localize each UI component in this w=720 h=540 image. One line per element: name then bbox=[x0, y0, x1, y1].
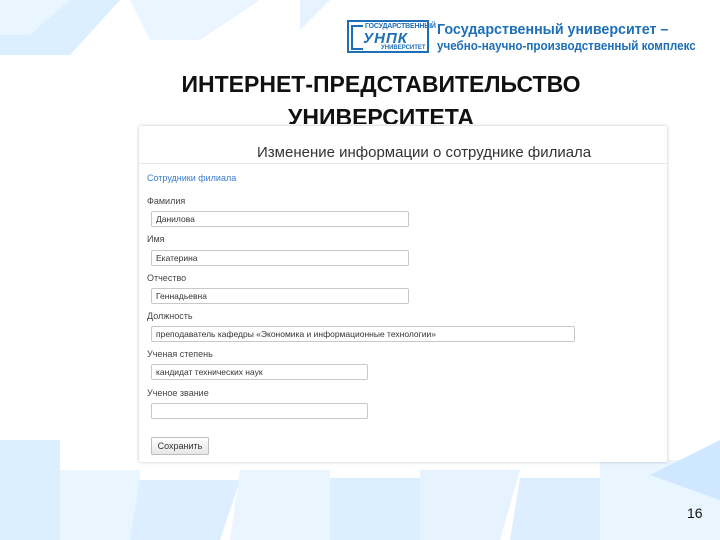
save-button[interactable]: Сохранить bbox=[151, 437, 209, 455]
label-name: Имя bbox=[147, 234, 165, 244]
patronymic-input[interactable]: Геннадьевна bbox=[151, 288, 409, 304]
form-header: Изменение информации о сотруднике филиал… bbox=[257, 144, 592, 161]
label-surname: Фамилия bbox=[147, 196, 186, 206]
logo-frame-icon bbox=[351, 25, 363, 50]
slide-title-line-1: ИНТЕРНЕТ-ПРЕДСТАВИТЕЛЬСТВО bbox=[181, 71, 581, 97]
slide-title: ИНТЕРНЕТ-ПРЕДСТАВИТЕЛЬСТВО УНИВЕРСИТЕТА bbox=[0, 68, 720, 124]
surname-input[interactable]: Данилова bbox=[151, 211, 409, 227]
name-input[interactable]: Екатерина bbox=[151, 250, 409, 266]
university-logo: ГОСУДАРСТВЕННЫЙ УНПК УНИВЕРСИТЕТ bbox=[347, 20, 436, 53]
university-title: Государственный университет – bbox=[437, 21, 669, 38]
header-divider bbox=[139, 163, 667, 164]
form-screenshot: Изменение информации о сотруднике филиал… bbox=[139, 126, 667, 462]
label-patronymic: Отчество bbox=[147, 273, 187, 283]
logo-text-top: ГОСУДАРСТВЕННЫЙ bbox=[365, 23, 436, 30]
university-subtitle: учебно-научно-производственный комплекс bbox=[437, 39, 696, 53]
slide-title-line-2: УНИВЕРСИТЕТА bbox=[288, 104, 474, 124]
academic-title-input[interactable] bbox=[151, 403, 368, 419]
slide-title-clip: ИНТЕРНЕТ-ПРЕДСТАВИТЕЛЬСТВО УНИВЕРСИТЕТА bbox=[0, 68, 720, 124]
logo-text-bottom: УНИВЕРСИТЕТ bbox=[381, 45, 426, 51]
label-position: Должность bbox=[147, 311, 193, 321]
label-title: Ученое звание bbox=[147, 388, 209, 398]
label-degree: Ученая степень bbox=[147, 349, 213, 359]
degree-input[interactable]: кандидат технических наук bbox=[151, 364, 368, 380]
page-number: 16 bbox=[687, 505, 703, 521]
breadcrumb-link[interactable]: Сотрудники филиала bbox=[147, 173, 236, 183]
position-input[interactable]: преподаватель кафедры «Экономика и инфор… bbox=[151, 326, 575, 342]
